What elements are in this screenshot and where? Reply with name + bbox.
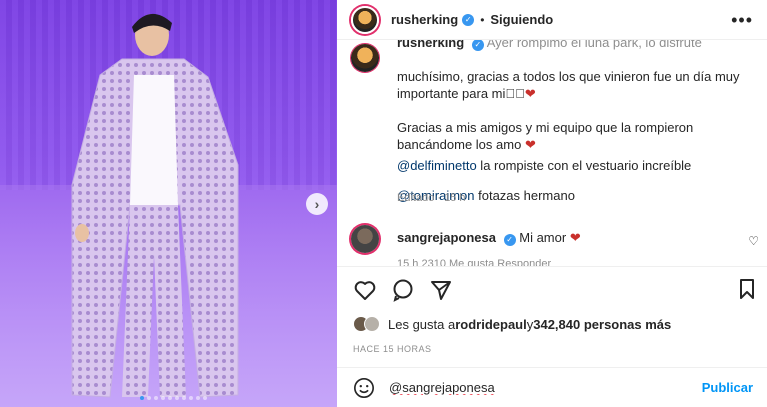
mention-delfiminetto[interactable]: @delfiminetto (397, 158, 477, 173)
likes-summary: Les gusta a rodridepaul y 342,840 person… (353, 316, 671, 332)
caption-first-line: rusherking ✓ Ayer rompimo el luna park, … (397, 40, 757, 51)
action-bar (337, 266, 767, 312)
comments-section[interactable]: rusherking ✓ Ayer rompimo el luna park, … (337, 40, 767, 266)
comment-composer: Publicar (337, 367, 767, 407)
caption-heart-icon-2: ❤ (524, 137, 536, 152)
bookmark-icon[interactable] (735, 277, 759, 301)
caption-paragraph-1: muchísimo, gracias a todos los que vinie… (397, 68, 757, 102)
comment-input[interactable] (389, 380, 679, 395)
reply-meta: 15 h 2310 Me gusta Responder (397, 258, 552, 266)
reply-username[interactable]: sangrejaponesa (397, 230, 496, 245)
author-username[interactable]: rusherking (391, 12, 458, 27)
post-timestamp[interactable]: HACE 15 HORAS (353, 344, 432, 354)
caption-line3: Gracias a mis amigos y mi equipo que la … (397, 120, 694, 152)
verified-badge-icon: ✓ (462, 13, 475, 26)
caption-line2: muchísimo, gracias a todos los que vinie… (397, 69, 740, 101)
caption-line1: Ayer rompimo el luna park, lo disfrute (486, 40, 702, 50)
more-options-icon[interactable]: ••• (731, 10, 753, 31)
performer-figure (71, 13, 239, 398)
post-panel: rusherking ✓ • Siguiendo ••• rusherking … (337, 0, 767, 407)
emoji-icon[interactable] (353, 377, 375, 399)
caption-avatar[interactable] (351, 44, 379, 72)
post-photo[interactable]: › (0, 0, 337, 407)
caption-paragraph-2: Gracias a mis amigos y mi equipo que la … (397, 119, 757, 153)
liker-avatars (353, 316, 380, 332)
caption-edited-time: Editado · 15 h (397, 192, 466, 204)
publish-button[interactable]: Publicar (702, 380, 753, 395)
caption-username[interactable]: rusherking (397, 40, 464, 50)
header-separator: • (480, 12, 485, 27)
likes-count[interactable]: 342,840 personas más (533, 317, 671, 332)
next-photo-button[interactable]: › (306, 193, 328, 215)
reply-avatar[interactable] (351, 225, 379, 253)
carousel-dots (140, 396, 207, 400)
mention2-text: fotazas hermano (474, 188, 575, 203)
caption-heart-icon: ❤ (524, 86, 536, 101)
comment-icon[interactable] (391, 278, 415, 302)
author-avatar[interactable] (351, 5, 379, 34)
reply-heart-emoji: ❤ (569, 230, 581, 245)
likes-prefix: Les gusta a (388, 316, 456, 332)
share-icon[interactable] (429, 278, 453, 302)
reply-verified-icon: ✓ (503, 233, 516, 246)
caption-paragraph-3: @delfiminetto la rompiste con el vestuar… (397, 157, 757, 174)
reply-comment: sangrejaponesa ✓ Mi amor ❤ (397, 230, 581, 246)
like-heart-icon[interactable] (353, 278, 377, 302)
liker-username[interactable]: rodridepaul (455, 317, 527, 332)
follow-button[interactable]: Siguiendo (490, 12, 553, 27)
like-comment-icon[interactable]: ♡ (748, 234, 759, 248)
caption-verified-icon: ✓ (471, 40, 484, 51)
reply-text: Mi amor (519, 230, 567, 245)
post-header: rusherking ✓ • Siguiendo ••• (337, 0, 767, 40)
mention1-text: la rompiste con el vestuario increíble (476, 158, 692, 173)
